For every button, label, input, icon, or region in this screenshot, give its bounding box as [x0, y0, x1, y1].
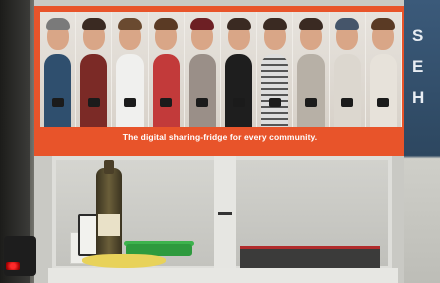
person-3 [112, 12, 149, 127]
person-5 [184, 12, 222, 127]
people-photo-strip [40, 12, 403, 127]
side-letter-2: E [412, 57, 424, 76]
person-1 [40, 12, 77, 127]
person-2 [76, 12, 113, 127]
person-9 [329, 12, 366, 127]
bananas [82, 254, 166, 268]
side-letter-3: H [412, 88, 425, 107]
fridge-bottom-rail [48, 268, 398, 283]
photo-scene: The digital sharing-fridge for every com… [0, 0, 440, 283]
person-10 [365, 12, 403, 127]
side-text: S E H [412, 20, 436, 113]
poster-tagline: The digital sharing-fridge for every com… [122, 132, 318, 142]
fridge-latch [218, 212, 232, 215]
person-8 [293, 12, 330, 127]
bottle-label [98, 214, 120, 236]
person-6 [221, 12, 258, 127]
person-4 [148, 12, 185, 127]
red-indicator-light [6, 262, 20, 270]
dark-device [4, 236, 36, 276]
tray [240, 246, 380, 269]
side-letter-1: S [412, 26, 424, 45]
person-7 [257, 12, 294, 127]
